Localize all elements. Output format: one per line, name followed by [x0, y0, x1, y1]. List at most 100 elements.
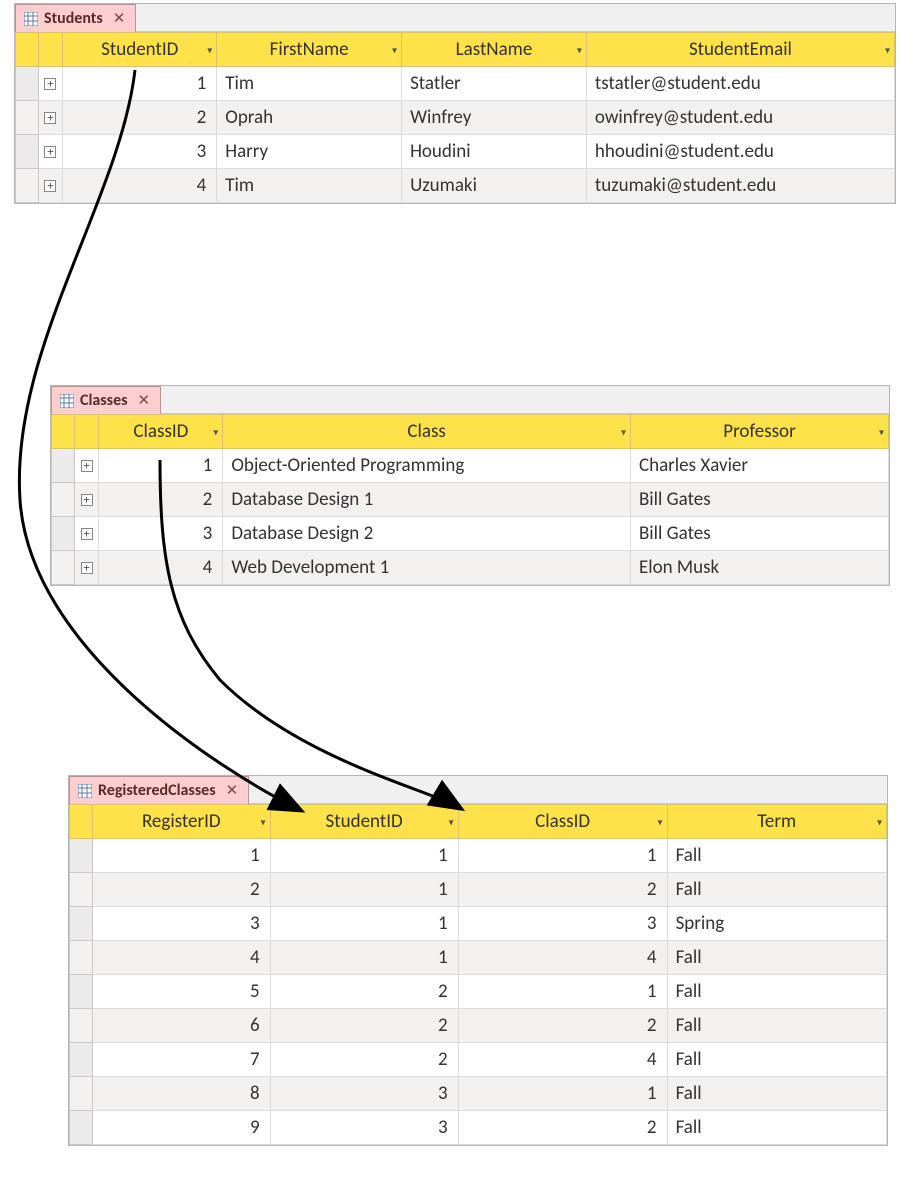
column-header-class[interactable]: Class▾: [223, 415, 631, 449]
cell-studentid[interactable]: 1: [270, 839, 458, 873]
cell-classid[interactable]: 1: [458, 839, 667, 873]
cell-term[interactable]: Fall: [667, 975, 886, 1009]
chevron-down-icon[interactable]: ▾: [213, 425, 218, 438]
row-selector[interactable]: [70, 941, 93, 975]
cell-studentid[interactable]: 1: [270, 907, 458, 941]
cell-studentid[interactable]: 2: [63, 101, 217, 135]
table-row[interactable]: 8 3 1 Fall: [70, 1077, 887, 1111]
registered-tab[interactable]: RegisteredClasses ✕: [69, 776, 249, 804]
cell-classid[interactable]: 2: [99, 483, 223, 517]
column-header-professor[interactable]: Professor▾: [630, 415, 888, 449]
chevron-down-icon[interactable]: ▾: [261, 815, 266, 828]
cell-studentid[interactable]: 2: [270, 975, 458, 1009]
cell-studentid[interactable]: 1: [270, 941, 458, 975]
cell-classid[interactable]: 3: [99, 517, 223, 551]
cell-registerid[interactable]: 1: [92, 839, 270, 873]
chevron-down-icon[interactable]: ▾: [449, 815, 454, 828]
cell-lastname[interactable]: Winfrey: [402, 101, 587, 135]
cell-classid[interactable]: 1: [99, 449, 223, 483]
table-row[interactable]: 1 1 1 Fall: [70, 839, 887, 873]
row-selector[interactable]: [16, 67, 39, 101]
row-selector[interactable]: [52, 551, 75, 585]
table-row[interactable]: + 3 Harry Houdini hhoudini@student.edu: [16, 135, 895, 169]
row-selector[interactable]: [70, 873, 93, 907]
cell-email[interactable]: hhoudini@student.edu: [586, 135, 894, 169]
row-selector[interactable]: [70, 1111, 93, 1145]
cell-lastname[interactable]: Uzumaki: [402, 169, 587, 203]
cell-class[interactable]: Database Design 1: [223, 483, 631, 517]
cell-studentid[interactable]: 2: [270, 1043, 458, 1077]
cell-professor[interactable]: Charles Xavier: [630, 449, 888, 483]
cell-classid[interactable]: 2: [458, 873, 667, 907]
cell-term[interactable]: Fall: [667, 1043, 886, 1077]
row-selector[interactable]: [70, 1077, 93, 1111]
row-selector[interactable]: [70, 975, 93, 1009]
row-selector[interactable]: [70, 907, 93, 941]
table-row[interactable]: + 1 Tim Statler tstatler@student.edu: [16, 67, 895, 101]
cell-term[interactable]: Fall: [667, 873, 886, 907]
row-selector-header[interactable]: [16, 33, 39, 67]
row-selector[interactable]: [16, 169, 39, 203]
chevron-down-icon[interactable]: ▾: [577, 43, 582, 56]
chevron-down-icon[interactable]: ▾: [879, 425, 884, 438]
cell-firstname[interactable]: Harry: [217, 135, 402, 169]
expand-button[interactable]: +: [38, 169, 63, 203]
close-icon[interactable]: ✕: [226, 781, 239, 800]
close-icon[interactable]: ✕: [138, 391, 151, 410]
expand-button[interactable]: +: [74, 517, 99, 551]
column-header-studentid[interactable]: StudentID▾: [270, 805, 458, 839]
cell-professor[interactable]: Bill Gates: [630, 517, 888, 551]
chevron-down-icon[interactable]: ▾: [392, 43, 397, 56]
cell-studentid[interactable]: 2: [270, 1009, 458, 1043]
table-row[interactable]: + 2 Database Design 1 Bill Gates: [52, 483, 889, 517]
chevron-down-icon[interactable]: ▾: [621, 425, 626, 438]
table-row[interactable]: 5 2 1 Fall: [70, 975, 887, 1009]
expand-button[interactable]: +: [38, 135, 63, 169]
chevron-down-icon[interactable]: ▾: [885, 43, 890, 56]
column-header-lastname[interactable]: LastName▾: [402, 33, 587, 67]
cell-studentid[interactable]: 1: [270, 873, 458, 907]
column-header-classid[interactable]: ClassID▾: [458, 805, 667, 839]
cell-classid[interactable]: 2: [458, 1009, 667, 1043]
table-row[interactable]: + 4 Web Development 1 Elon Musk: [52, 551, 889, 585]
table-row[interactable]: 7 2 4 Fall: [70, 1043, 887, 1077]
close-icon[interactable]: ✕: [113, 9, 126, 28]
cell-term[interactable]: Spring: [667, 907, 886, 941]
chevron-down-icon[interactable]: ▾: [658, 815, 663, 828]
row-selector[interactable]: [70, 839, 93, 873]
cell-studentid[interactable]: 3: [270, 1077, 458, 1111]
cell-studentid[interactable]: 3: [270, 1111, 458, 1145]
table-row[interactable]: + 4 Tim Uzumaki tuzumaki@student.edu: [16, 169, 895, 203]
table-row[interactable]: 9 3 2 Fall: [70, 1111, 887, 1145]
classes-tab[interactable]: Classes ✕: [51, 386, 161, 414]
cell-email[interactable]: tuzumaki@student.edu: [586, 169, 894, 203]
expand-button[interactable]: +: [38, 101, 63, 135]
cell-term[interactable]: Fall: [667, 1111, 886, 1145]
row-selector[interactable]: [16, 135, 39, 169]
cell-professor[interactable]: Bill Gates: [630, 483, 888, 517]
expand-button[interactable]: +: [74, 483, 99, 517]
cell-term[interactable]: Fall: [667, 1009, 886, 1043]
cell-class[interactable]: Database Design 2: [223, 517, 631, 551]
cell-studentid[interactable]: 4: [63, 169, 217, 203]
column-header-studentid[interactable]: StudentID▾: [63, 33, 217, 67]
cell-registerid[interactable]: 6: [92, 1009, 270, 1043]
expand-button[interactable]: +: [74, 551, 99, 585]
cell-classid[interactable]: 2: [458, 1111, 667, 1145]
expand-button[interactable]: +: [74, 449, 99, 483]
cell-studentid[interactable]: 3: [63, 135, 217, 169]
column-header-registerid[interactable]: RegisterID▾: [92, 805, 270, 839]
cell-classid[interactable]: 4: [458, 941, 667, 975]
cell-class[interactable]: Object-Oriented Programming: [223, 449, 631, 483]
cell-lastname[interactable]: Houdini: [402, 135, 587, 169]
row-selector[interactable]: [52, 449, 75, 483]
cell-classid[interactable]: 3: [458, 907, 667, 941]
cell-registerid[interactable]: 5: [92, 975, 270, 1009]
table-row[interactable]: + 1 Object-Oriented Programming Charles …: [52, 449, 889, 483]
cell-email[interactable]: owinfrey@student.edu: [586, 101, 894, 135]
cell-lastname[interactable]: Statler: [402, 67, 587, 101]
cell-firstname[interactable]: Tim: [217, 169, 402, 203]
row-selector-header[interactable]: [70, 805, 93, 839]
table-row[interactable]: 3 1 3 Spring: [70, 907, 887, 941]
row-selector[interactable]: [16, 101, 39, 135]
